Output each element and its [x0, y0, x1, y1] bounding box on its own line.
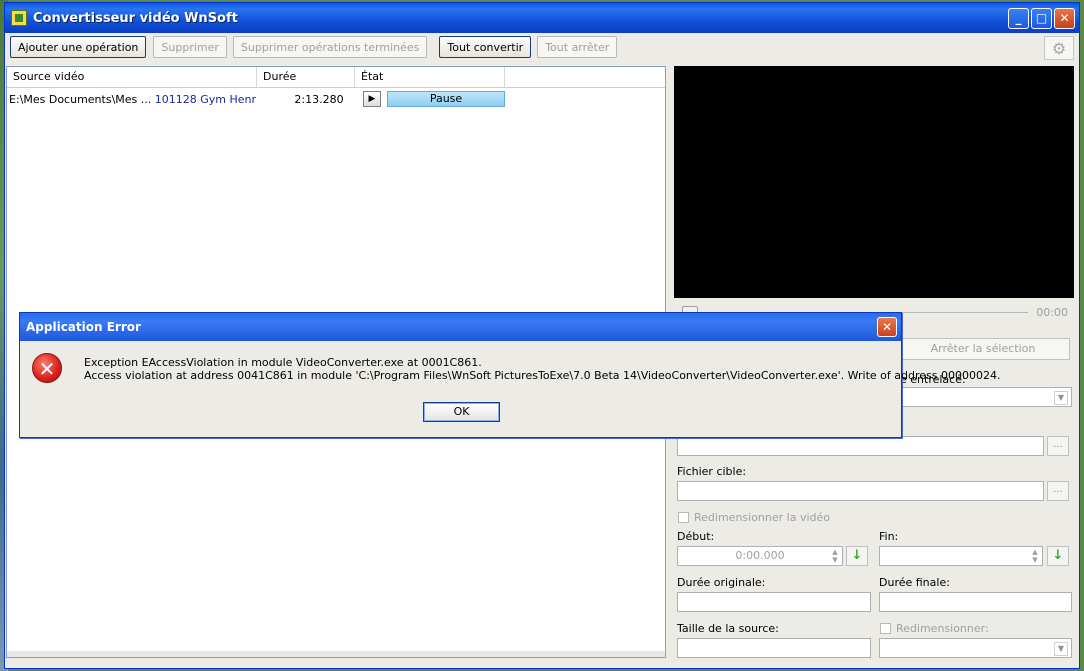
- end-spinner-icon[interactable]: ▲ ▼: [1030, 548, 1040, 564]
- error-dialog: Application Error ✕ ✕ Exception EAccessV…: [19, 312, 1000, 438]
- maximize-button[interactable]: □: [1031, 7, 1052, 29]
- target-file-field[interactable]: [677, 481, 1044, 501]
- ok-button[interactable]: OK: [423, 402, 500, 422]
- minimize-button[interactable]: _: [1008, 7, 1029, 29]
- play-icon: ▶: [368, 94, 376, 104]
- resize-video-checkbox[interactable]: [678, 512, 689, 523]
- source-size-field: [677, 638, 871, 658]
- source-cell: E:\Mes Documents\Mes ... 101128 Gym Henr…: [7, 93, 257, 106]
- list-scrollbar[interactable]: [7, 651, 665, 657]
- play-button[interactable]: ▶: [363, 91, 381, 107]
- original-duration-field: [677, 592, 871, 612]
- duration-cell: 2:13.280: [294, 92, 344, 106]
- delete-button[interactable]: Supprimer: [153, 36, 227, 58]
- resize-label: Redimensionner:: [896, 622, 989, 635]
- final-duration-label: Durée finale:: [879, 576, 950, 589]
- list-row[interactable]: E:\Mes Documents\Mes ... 101128 Gym Henr…: [7, 88, 665, 110]
- column-header-state[interactable]: État: [355, 67, 505, 87]
- convert-all-button[interactable]: Tout convertir: [439, 36, 532, 58]
- browse-source-button[interactable]: ...: [1047, 436, 1069, 456]
- set-end-down-arrow-icon[interactable]: ↓: [1047, 546, 1069, 566]
- source-file: 101128 Gym Henri 1.flv: [154, 92, 257, 106]
- column-header-duration[interactable]: Durée: [257, 67, 355, 87]
- start-time-field[interactable]: 0:00.000 ▲ ▼: [677, 546, 843, 566]
- error-message-line2: Access violation at address 0041C861 in …: [84, 369, 1001, 382]
- chevron-down-icon: ▼: [1054, 391, 1068, 405]
- close-button[interactable]: ✕: [1054, 7, 1075, 29]
- app-icon: [11, 10, 27, 26]
- source-file-field[interactable]: [677, 436, 1044, 456]
- source-size-label: Taille de la source:: [677, 622, 779, 635]
- delete-completed-button[interactable]: Supprimer opérations terminées: [232, 36, 428, 58]
- end-label: Fin:: [879, 530, 899, 543]
- error-message-line1: Exception EAccessViolation in module Vid…: [84, 356, 482, 369]
- resize-checkbox[interactable]: [880, 623, 891, 634]
- error-message: Exception EAccessViolation in module Vid…: [84, 356, 1000, 382]
- player-time: 00:00: [1036, 306, 1068, 319]
- title-bar[interactable]: Convertisseur vidéo WnSoft _ □ ✕: [5, 3, 1079, 33]
- error-icon: ✕: [32, 353, 62, 383]
- list-header: Source vidéo Durée État: [7, 67, 665, 88]
- chevron-down-icon: ▼: [1054, 642, 1068, 656]
- state-pause-bar[interactable]: Pause: [387, 91, 505, 107]
- set-start-down-arrow-icon[interactable]: ↓: [846, 546, 868, 566]
- browse-target-button[interactable]: ...: [1047, 481, 1069, 501]
- end-time-field[interactable]: ▲ ▼: [879, 546, 1043, 566]
- toolbar: Ajouter une opération Supprimer Supprime…: [10, 36, 618, 60]
- stop-all-button[interactable]: Tout arrêter: [537, 36, 618, 58]
- window-title: Convertisseur vidéo WnSoft: [33, 10, 238, 26]
- start-label: Début:: [677, 530, 715, 543]
- source-path: E:\Mes Documents\Mes ...: [9, 92, 152, 106]
- dialog-close-button[interactable]: ✕: [877, 317, 897, 337]
- resize-dropdown[interactable]: ▼: [879, 638, 1072, 658]
- video-preview: [674, 66, 1074, 298]
- gear-icon: ⚙: [1051, 38, 1067, 58]
- start-spinner-icon[interactable]: ▲ ▼: [830, 548, 840, 564]
- interlaced-dropdown[interactable]: ▼: [896, 387, 1072, 407]
- dialog-title-bar[interactable]: Application Error ✕: [20, 313, 901, 341]
- resize-video-label: Redimensionner la vidéo: [694, 511, 830, 524]
- start-time-value: 0:00.000: [735, 549, 785, 562]
- original-duration-label: Durée originale:: [677, 576, 766, 589]
- final-duration-field: [879, 592, 1072, 612]
- column-header-source[interactable]: Source vidéo: [7, 67, 257, 87]
- settings-button[interactable]: ⚙: [1044, 36, 1074, 60]
- add-operation-button[interactable]: Ajouter une opération: [10, 36, 147, 58]
- dialog-title: Application Error: [26, 320, 141, 334]
- target-file-label: Fichier cible:: [677, 465, 747, 478]
